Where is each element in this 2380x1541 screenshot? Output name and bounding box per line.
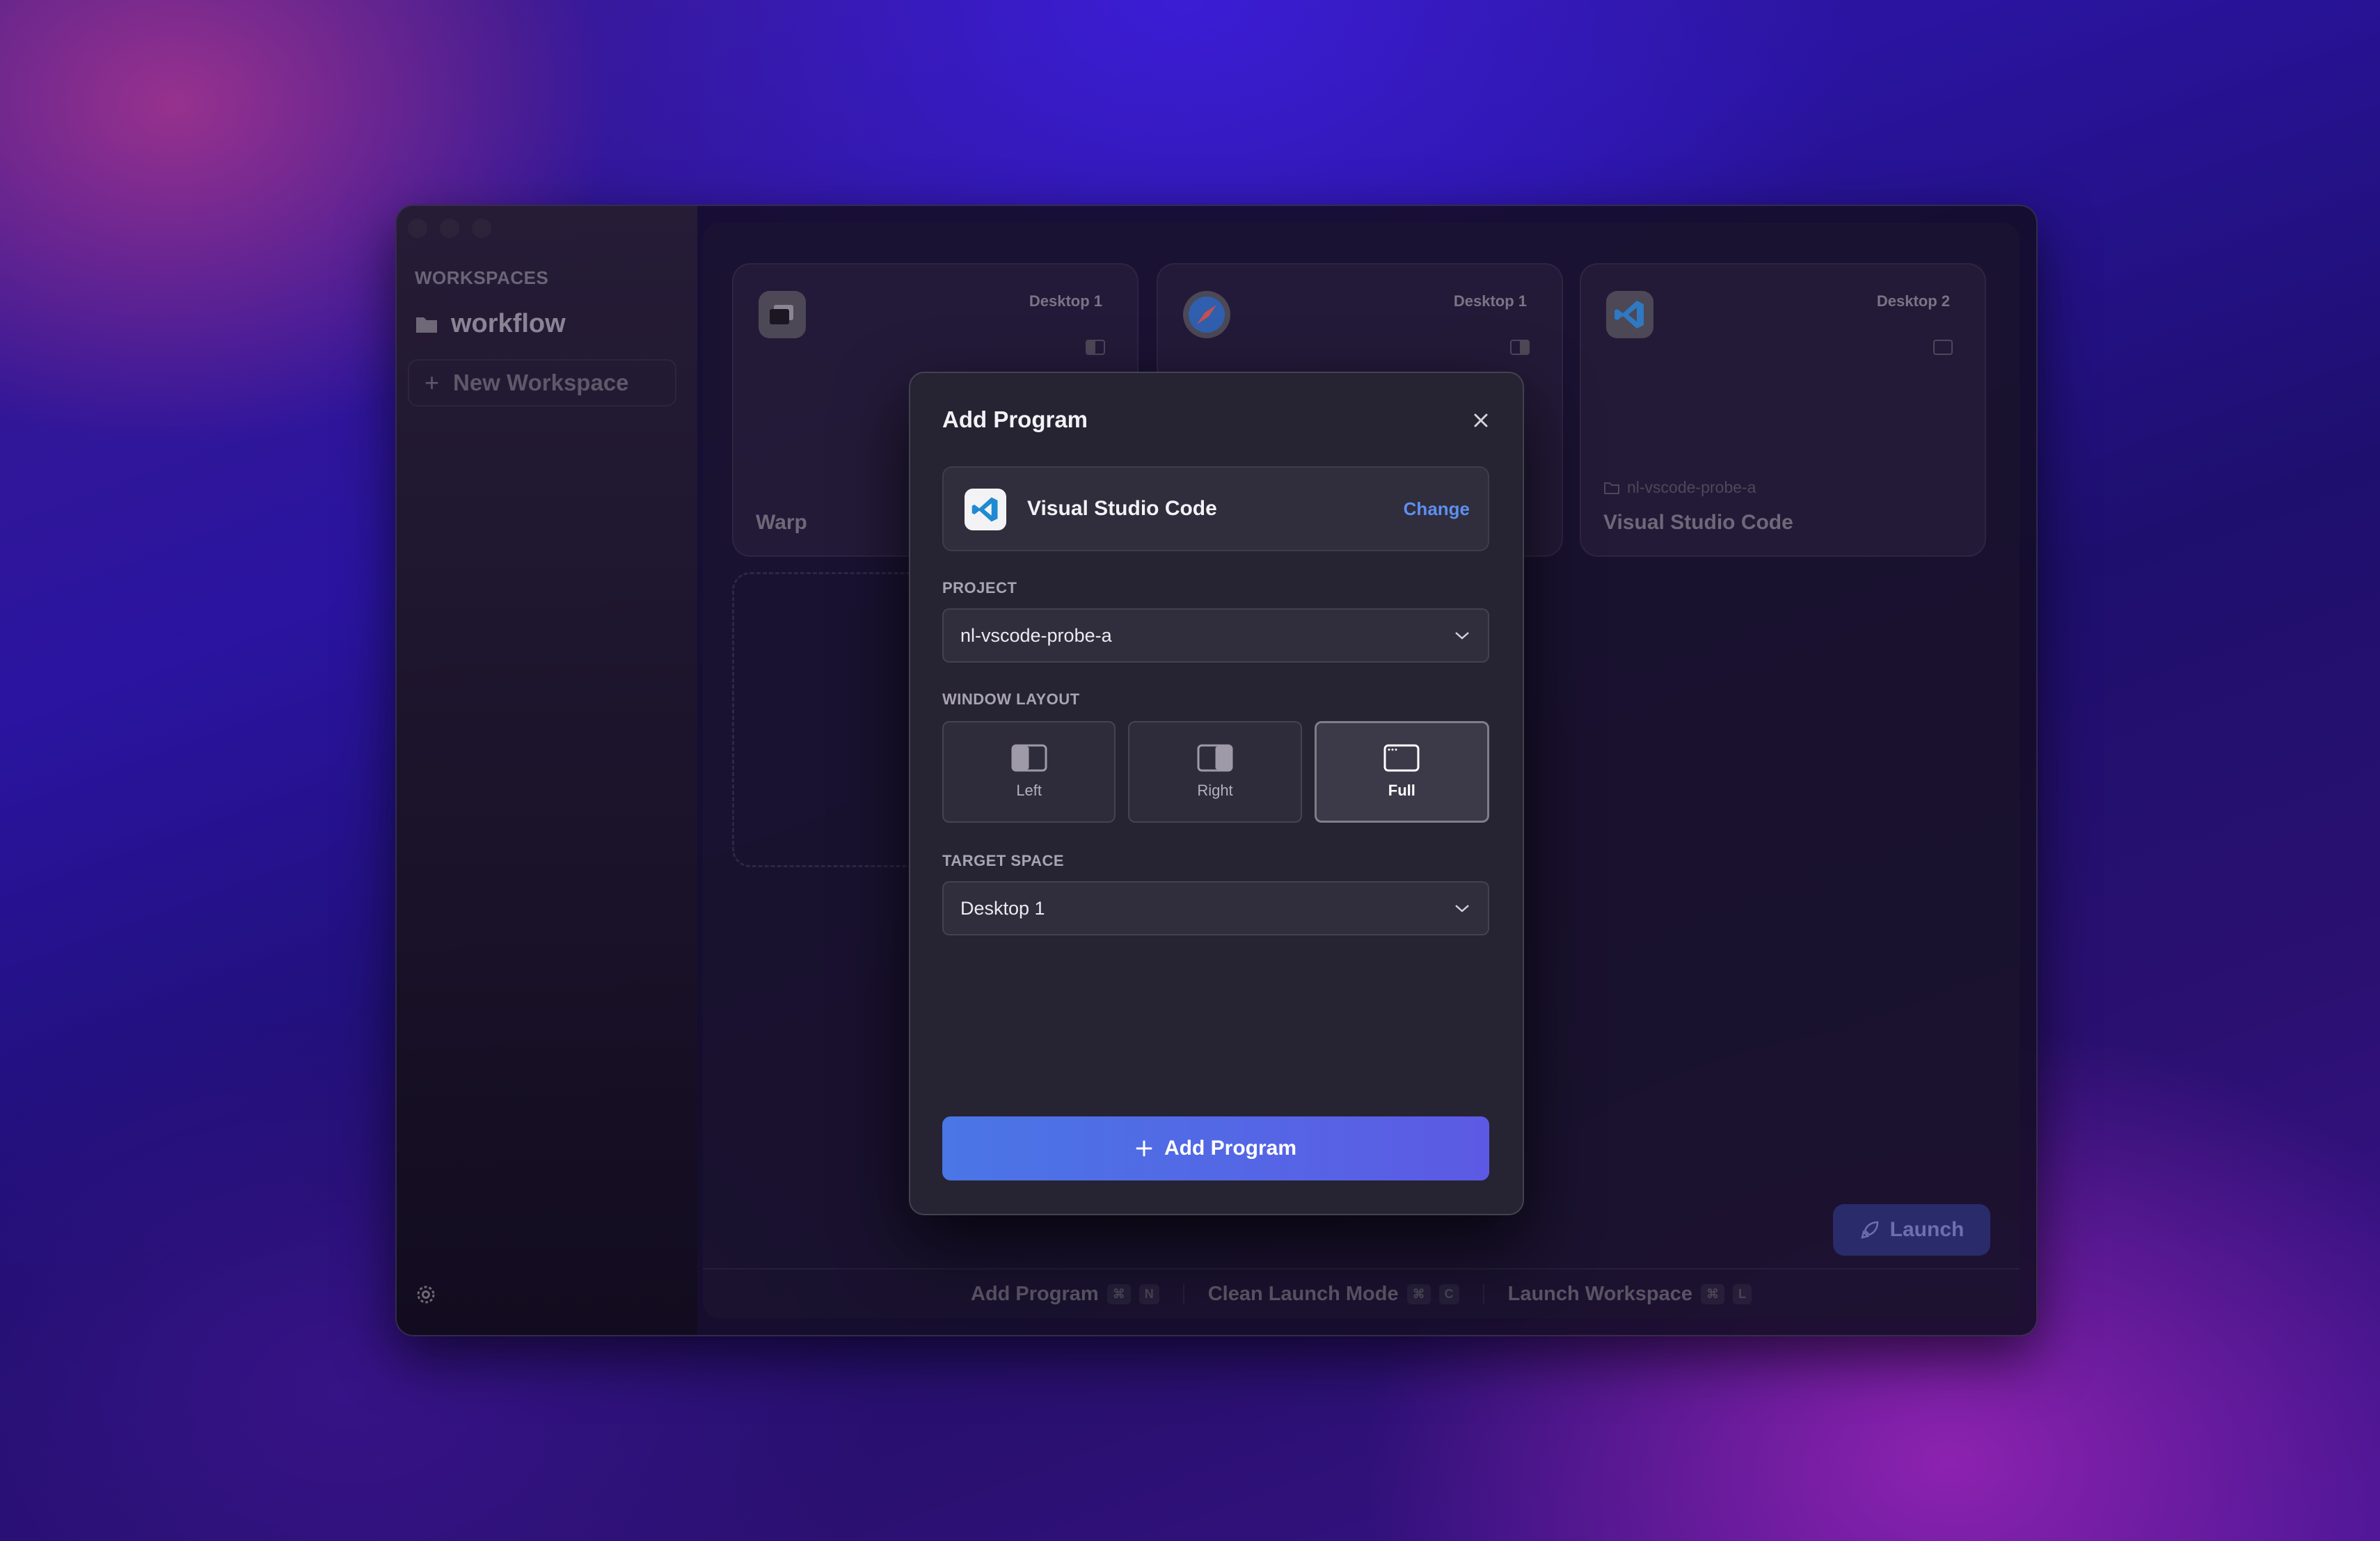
folder-icon [416, 317, 437, 333]
workspaces-header: WORKSPACES [415, 267, 549, 288]
command-key: ⌘ [1106, 1283, 1131, 1304]
gear-icon [417, 1286, 435, 1304]
project-path: nl-vscode-probe-a [1603, 478, 1756, 497]
folder-outline-icon [1604, 482, 1619, 494]
shortcut-bar: Add Program ⌘ N Clean Launch Mode ⌘ C La… [703, 1268, 2020, 1318]
shortcut-launch-workspace[interactable]: Launch Workspace ⌘ L [1508, 1283, 1752, 1306]
rocket-icon [1860, 1221, 1878, 1239]
selected-program-name: Visual Studio Code [1027, 497, 1217, 520]
layout-right-icon [1510, 340, 1530, 355]
vscode-icon [965, 489, 1006, 530]
new-workspace-label: New Workspace [453, 370, 629, 395]
window-layout-options: Left Right Full [942, 721, 1489, 823]
layout-full-option[interactable]: Full [1314, 721, 1489, 823]
chevron-down-icon [1455, 632, 1469, 640]
layout-left-icon [1086, 340, 1105, 355]
layout-right-icon [1197, 744, 1233, 772]
modal-title: Add Program [942, 406, 1088, 432]
target-space-label: TARGET SPACE [942, 852, 1065, 869]
add-program-modal: Add Program Visual Studio Code Change PR… [909, 372, 1524, 1215]
plus-icon [1136, 1140, 1152, 1157]
divider [1482, 1283, 1484, 1304]
layout-right-option[interactable]: Right [1128, 721, 1302, 823]
program-name: Warp [756, 511, 807, 534]
shortcut-add-program[interactable]: Add Program ⌘ N [971, 1283, 1159, 1306]
layout-left-icon [1011, 744, 1047, 772]
program-card-vscode[interactable]: Desktop 2 nl-vscode-probe-a Visual Studi… [1580, 263, 1986, 557]
shortcut-key: N [1139, 1283, 1159, 1304]
desktop-badge: Desktop 1 [1453, 292, 1527, 310]
target-space-value: Desktop 1 [960, 897, 1045, 919]
project-label: PROJECT [942, 579, 1017, 596]
warp-icon [759, 291, 806, 338]
sidebar-item-workflow[interactable]: workflow [415, 309, 566, 339]
divider [1182, 1283, 1184, 1304]
launch-button[interactable]: Launch [1833, 1204, 1990, 1256]
new-workspace-button[interactable]: + New Workspace [408, 359, 676, 406]
launch-label: Launch [1889, 1218, 1965, 1241]
project-value: nl-vscode-probe-a [960, 624, 1112, 646]
safari-icon [1183, 291, 1230, 338]
sidebar: WORKSPACES workflow + New Workspace [397, 206, 697, 1335]
command-key: ⌘ [1701, 1283, 1724, 1304]
change-program-link[interactable]: Change [1404, 498, 1470, 520]
workspace-name: workflow [451, 309, 566, 338]
shortcut-clean-launch[interactable]: Clean Launch Mode ⌘ C [1208, 1283, 1459, 1306]
layout-full-icon [1933, 340, 1953, 355]
plus-icon: + [425, 368, 440, 397]
project-select[interactable]: nl-vscode-probe-a [942, 608, 1489, 663]
shortcut-key: C [1438, 1283, 1459, 1304]
chevron-down-icon [1455, 905, 1469, 912]
settings-button[interactable] [415, 1283, 437, 1309]
desktop-badge: Desktop 2 [1876, 292, 1950, 310]
close-icon [1474, 413, 1488, 427]
close-modal-button[interactable] [1470, 409, 1492, 432]
layout-left-option[interactable]: Left [942, 721, 1116, 823]
add-program-label: Add Program [1164, 1137, 1297, 1160]
program-name: Visual Studio Code [1603, 511, 1793, 534]
selected-program: Visual Studio Code Change [942, 466, 1489, 551]
add-program-submit-button[interactable]: Add Program [942, 1116, 1489, 1180]
shortcut-key: L [1733, 1283, 1752, 1304]
command-key: ⌘ [1406, 1283, 1431, 1304]
vscode-icon [1606, 291, 1653, 338]
layout-full-icon [1383, 744, 1420, 772]
target-space-select[interactable]: Desktop 1 [942, 881, 1489, 935]
window-layout-label: WINDOW LAYOUT [942, 690, 1080, 708]
desktop-badge: Desktop 1 [1029, 292, 1102, 310]
